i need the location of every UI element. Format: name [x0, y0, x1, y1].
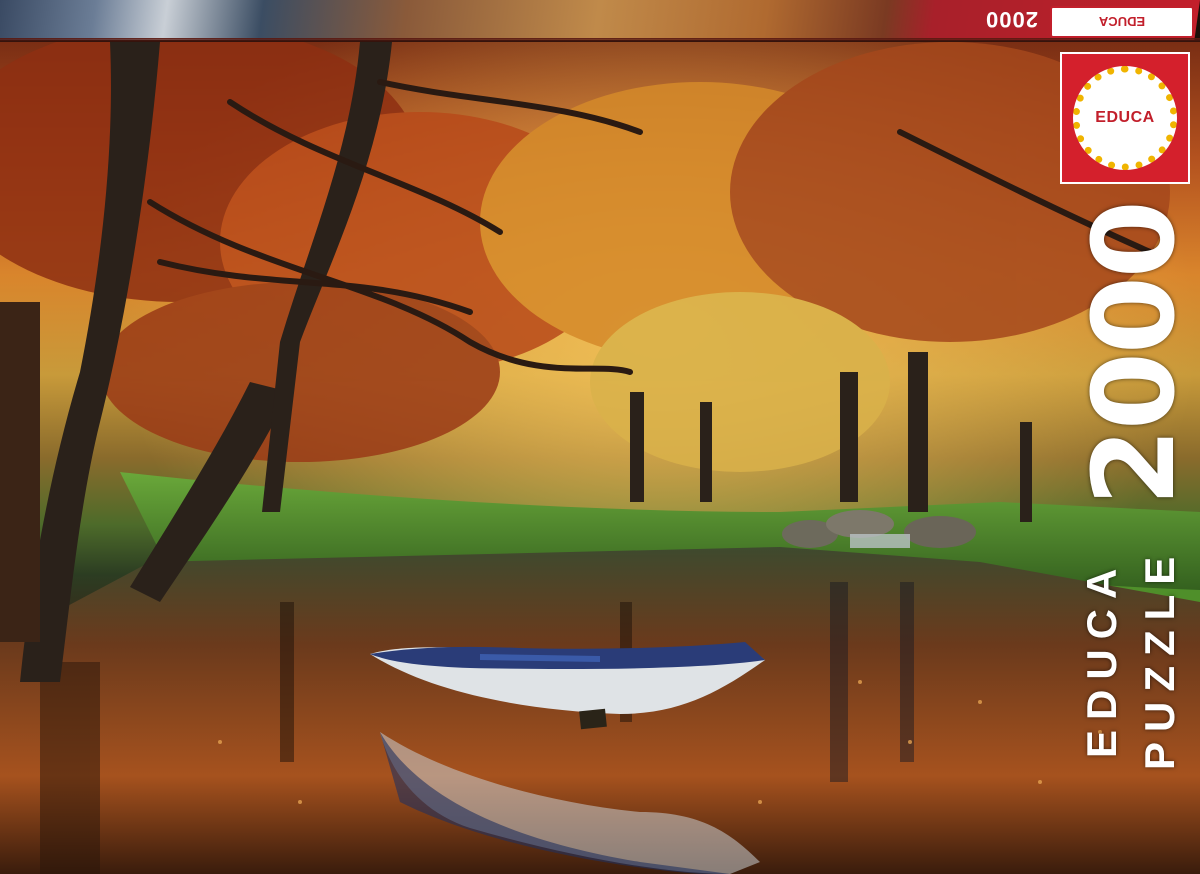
logo-ring: EDUCA: [1073, 66, 1177, 170]
lid-brand-badge: EDUCA: [1050, 6, 1194, 38]
logo-brand-text: EDUCA: [1095, 109, 1155, 126]
piece-count: 2000: [1070, 202, 1200, 506]
autumn-lake-scene: [0, 42, 1200, 874]
product-type: PUZZLE: [1136, 546, 1183, 770]
lid-piece-count: 2000: [985, 7, 1038, 32]
brand-name: EDUCA: [1078, 558, 1125, 758]
scene-illustration: [0, 42, 1200, 874]
educa-logo: EDUCA: [1060, 52, 1190, 184]
puzzle-box: 2000 EDUCA EDUCA 2000 EDUCA PUZZLE: [0, 0, 1200, 874]
